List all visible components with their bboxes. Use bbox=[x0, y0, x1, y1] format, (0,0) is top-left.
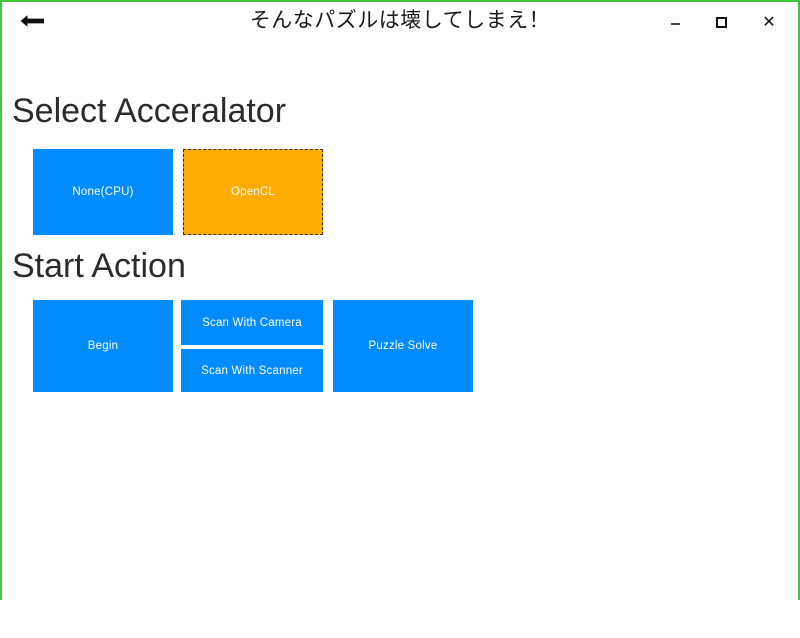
maximize-button[interactable] bbox=[706, 9, 736, 35]
maximize-icon bbox=[715, 16, 727, 28]
empty-workspace bbox=[2, 402, 798, 638]
action-tile-scan-with-scanner[interactable]: Scan With Scanner bbox=[181, 349, 323, 392]
close-button[interactable]: ✕ bbox=[754, 9, 784, 35]
accelerator-tile-opencl[interactable]: OpenCL bbox=[183, 149, 323, 235]
section-heading-accelerator: Select Acceralator bbox=[12, 92, 287, 130]
title-bar: そんなパズルは壊してしまえ！ ✕ bbox=[2, 2, 798, 42]
section-heading-start-action: Start Action bbox=[12, 247, 186, 285]
minimize-button[interactable] bbox=[660, 9, 690, 35]
action-tile-puzzle-solve[interactable]: Puzzle Solve bbox=[333, 300, 473, 392]
accelerator-tile-none-cpu[interactable]: None(CPU) bbox=[33, 149, 173, 235]
minimize-icon bbox=[670, 23, 680, 25]
action-tile-begin[interactable]: Begin bbox=[33, 300, 173, 392]
action-tile-scan-with-camera[interactable]: Scan With Camera bbox=[181, 300, 323, 345]
app-window: そんなパズルは壊してしまえ！ ✕ Select Acceralator None… bbox=[0, 0, 800, 638]
close-icon: ✕ bbox=[762, 12, 776, 31]
